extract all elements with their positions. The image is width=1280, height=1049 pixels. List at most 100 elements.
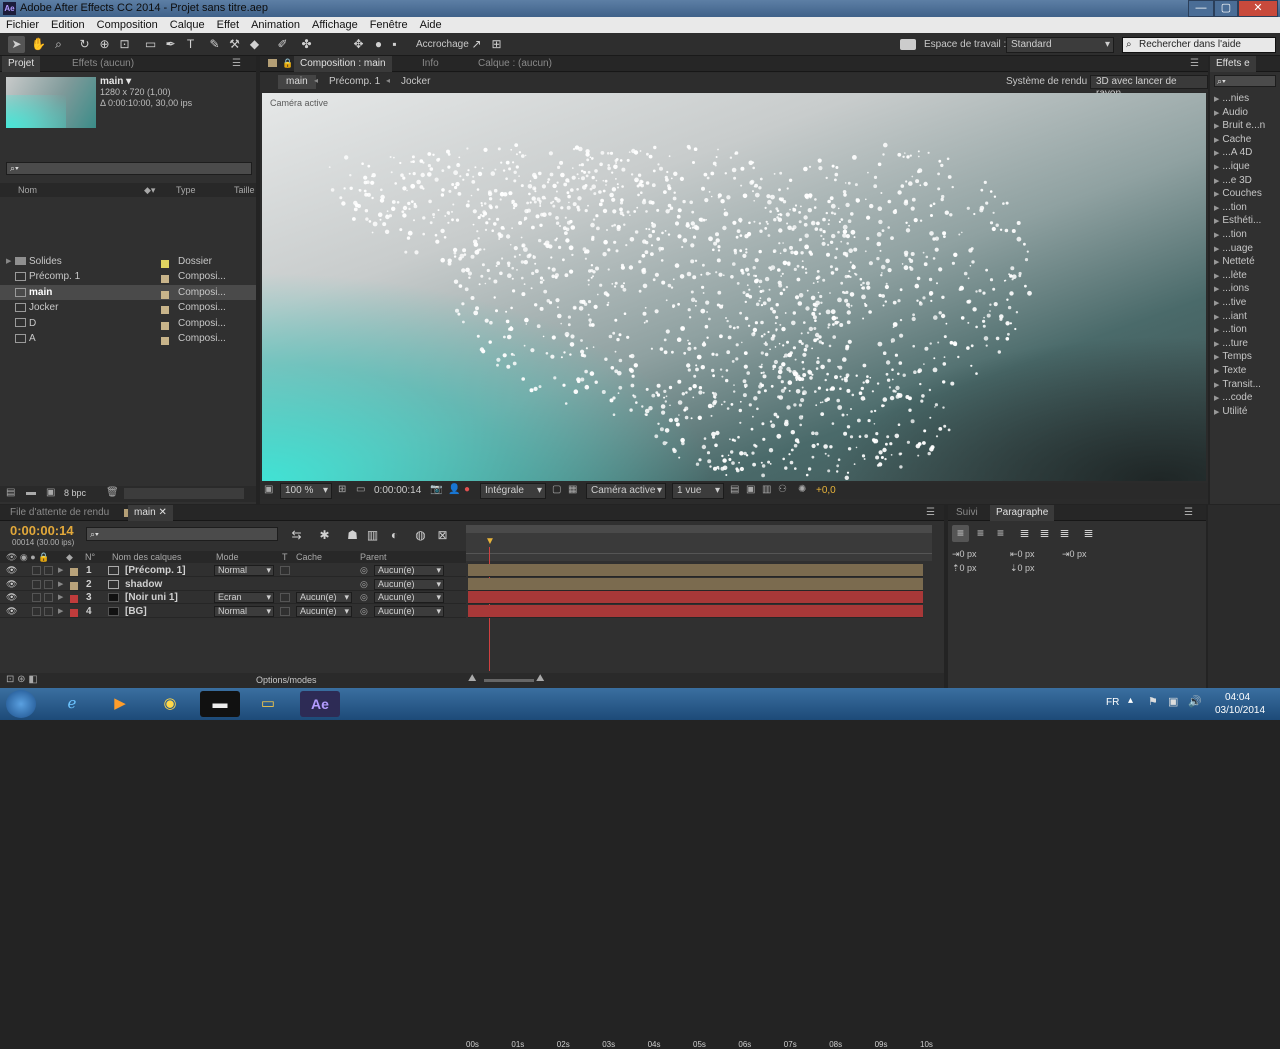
col-name[interactable]: Nom — [18, 185, 37, 195]
mask-visibility-icon[interactable]: ▭ — [356, 484, 365, 495]
eye-icon[interactable]: 👁 — [6, 578, 17, 591]
layer-name[interactable]: [Noir uni 1] — [125, 591, 178, 604]
project-item[interactable]: Jocker Composi... — [0, 300, 256, 316]
track-matte-dropdown[interactable]: Aucun(e) ▾ — [296, 605, 352, 617]
menu-item[interactable]: Effet — [211, 17, 245, 33]
zoom-out-icon[interactable]: ⛰ — [468, 673, 476, 684]
effect-category[interactable]: ▶ ...ture — [1214, 337, 1248, 351]
explorer-icon[interactable]: ▭ — [248, 691, 288, 717]
tab-paragraph[interactable]: Paragraphe — [990, 505, 1055, 521]
layer-duration-bar[interactable] — [468, 591, 923, 604]
frame-blending-icon[interactable]: ▥ — [364, 527, 381, 544]
menu-item[interactable]: Fichier — [0, 17, 45, 33]
views-dropdown[interactable]: 1 vue ▾ — [672, 483, 724, 499]
pen-tool-icon[interactable]: ✒ — [162, 36, 179, 53]
expand-triangle-icon[interactable]: ▶ — [58, 564, 63, 577]
effect-category[interactable]: ▶ ...A 4D — [1214, 146, 1252, 160]
shy-layers-icon[interactable]: ☗ — [344, 527, 361, 544]
trash-icon[interactable]: 🗑 — [106, 487, 119, 498]
clone-tool-icon[interactable]: ⚒ — [226, 36, 243, 53]
monitor-icon[interactable]: ▣ — [1168, 695, 1178, 708]
eraser-tool-icon[interactable]: ◆ — [246, 36, 263, 53]
viewer-timecode[interactable]: 0:00:00:14 — [374, 485, 421, 496]
hand-tool-icon[interactable]: ✋ — [30, 36, 47, 53]
fast-previews-icon[interactable]: ▣ — [746, 484, 755, 495]
tab-layer[interactable]: Calque : (aucun) — [472, 56, 558, 72]
layer-mode-dropdown[interactable]: Normal ▾ — [214, 565, 274, 576]
layer-name[interactable]: [BG] — [125, 605, 147, 618]
effect-category[interactable]: ▶ ...nies — [1214, 92, 1249, 106]
preserve-transparency-toggle[interactable] — [280, 593, 290, 602]
graph-editor-icon[interactable]: ⊠ — [434, 527, 451, 544]
rotate-tool-icon[interactable]: ↻ — [76, 36, 93, 53]
menu-item[interactable]: Composition — [91, 17, 164, 33]
effect-category[interactable]: ▶ ...ions — [1214, 282, 1249, 296]
project-item[interactable]: main Composi... — [0, 284, 256, 300]
effect-category[interactable]: ▶ ...uage — [1214, 242, 1253, 256]
tab-composition-main[interactable]: Composition : main — [294, 56, 392, 72]
justify-left-icon[interactable]: ≣ — [1016, 525, 1033, 542]
camera-dropdown[interactable]: Caméra active ▾ — [586, 483, 666, 499]
draft-3d-icon[interactable]: ✱ — [316, 527, 333, 544]
effect-category[interactable]: ▶ Couches — [1214, 187, 1262, 201]
renderer-dropdown[interactable]: 3D avec lancer de rayon — [1090, 75, 1208, 99]
brush-tool-icon[interactable]: ✎ — [206, 36, 223, 53]
align-center-icon[interactable]: ≡ — [972, 525, 989, 542]
timeline-timecode[interactable]: 0:00:00:14 — [10, 523, 74, 538]
clock-date[interactable]: 03/10/2014 — [1215, 705, 1265, 716]
effects-search-input[interactable]: ⌕▾ — [1214, 75, 1276, 87]
project-item[interactable]: Précomp. 1 Composi... — [0, 269, 256, 285]
lock-toggle[interactable] — [44, 593, 53, 602]
menu-item[interactable]: Aide — [414, 17, 448, 33]
effect-category[interactable]: ▶ ...tion — [1214, 323, 1247, 337]
project-search-input[interactable]: ⌕▾ — [6, 162, 252, 175]
maximize-button[interactable]: ▢ — [1214, 0, 1238, 17]
tab-effects-presets[interactable]: Effets e — [1210, 56, 1256, 72]
volume-icon[interactable]: 🔊 — [1188, 695, 1202, 708]
lock-toggle[interactable] — [44, 606, 53, 616]
tab-timeline-main[interactable]: main ✕ — [128, 505, 173, 521]
flowchart-icon[interactable]: ⚇ — [778, 484, 787, 495]
effect-category[interactable]: ▶ ...iant — [1214, 310, 1247, 324]
workspace-dropdown[interactable]: Standard ▾ — [1006, 37, 1114, 53]
options-modes-toggle[interactable]: Options/modes — [256, 675, 317, 685]
composition-viewer[interactable]: Caméra active — [262, 93, 1206, 481]
effect-category[interactable]: ▶ Transit... — [1214, 378, 1261, 392]
col-size[interactable]: Taille — [234, 185, 255, 195]
timeline-icon[interactable]: ▥ — [762, 484, 771, 495]
show-snapshot-icon[interactable]: 👤 — [448, 484, 460, 495]
preserve-transparency-toggle[interactable] — [280, 566, 290, 575]
eye-icon[interactable]: 👁 — [6, 564, 17, 577]
project-item[interactable]: A Composi... — [0, 331, 256, 346]
project-item[interactable]: ▶ Solides Dossier — [0, 254, 256, 269]
layer-duration-bar[interactable] — [468, 604, 923, 618]
menu-item[interactable]: Fenêtre — [364, 17, 414, 33]
pick-whip-icon[interactable]: ◎ — [360, 564, 368, 577]
solo-toggle[interactable] — [32, 593, 41, 602]
local-axis-icon[interactable]: ✥ — [350, 36, 367, 53]
layer-mode-dropdown[interactable]: Normal ▾ — [214, 605, 274, 617]
panel-menu-icon[interactable]: ☰ — [1184, 507, 1193, 518]
toggle-pixel-aspect-icon[interactable]: ▤ — [730, 484, 739, 495]
col-layer-name[interactable]: Nom des calques — [112, 552, 182, 562]
puppet-tool-icon[interactable]: ✤ — [298, 36, 315, 53]
panel-menu-icon[interactable]: ☰ — [1190, 58, 1199, 69]
selection-tool-icon[interactable]: ➤ — [8, 36, 25, 53]
tab-render-queue[interactable]: File d'attente de rendu — [4, 505, 115, 521]
pick-whip-icon[interactable]: ◎ — [360, 578, 368, 591]
effect-category[interactable]: ▶ ...tion — [1214, 201, 1247, 215]
terminal-icon[interactable]: ▬ — [200, 691, 240, 717]
help-search-input[interactable]: ⌕ Rechercher dans l'aide — [1122, 37, 1276, 53]
label-color-swatch[interactable] — [70, 608, 78, 621]
close-icon[interactable]: ✕ — [158, 507, 166, 518]
always-preview-icon[interactable]: ▣ — [264, 484, 273, 495]
exposure-value[interactable]: +0,0 — [816, 485, 836, 496]
timeline-zoom-slider[interactable] — [484, 679, 534, 682]
expand-triangle-icon[interactable]: ▶ — [6, 254, 11, 269]
expand-triangle-icon[interactable]: ▶ — [58, 605, 63, 618]
close-button[interactable]: ✕ — [1238, 0, 1278, 17]
layer-row[interactable]: 👁 ▶ 2 shadow ◎ Aucun(e) ▾ — [0, 578, 466, 591]
effect-category[interactable]: ▶ ...code — [1214, 391, 1252, 405]
snapshot-icon[interactable]: 📷 — [430, 484, 442, 495]
reset-exposure-icon[interactable]: ✺ — [798, 484, 806, 495]
